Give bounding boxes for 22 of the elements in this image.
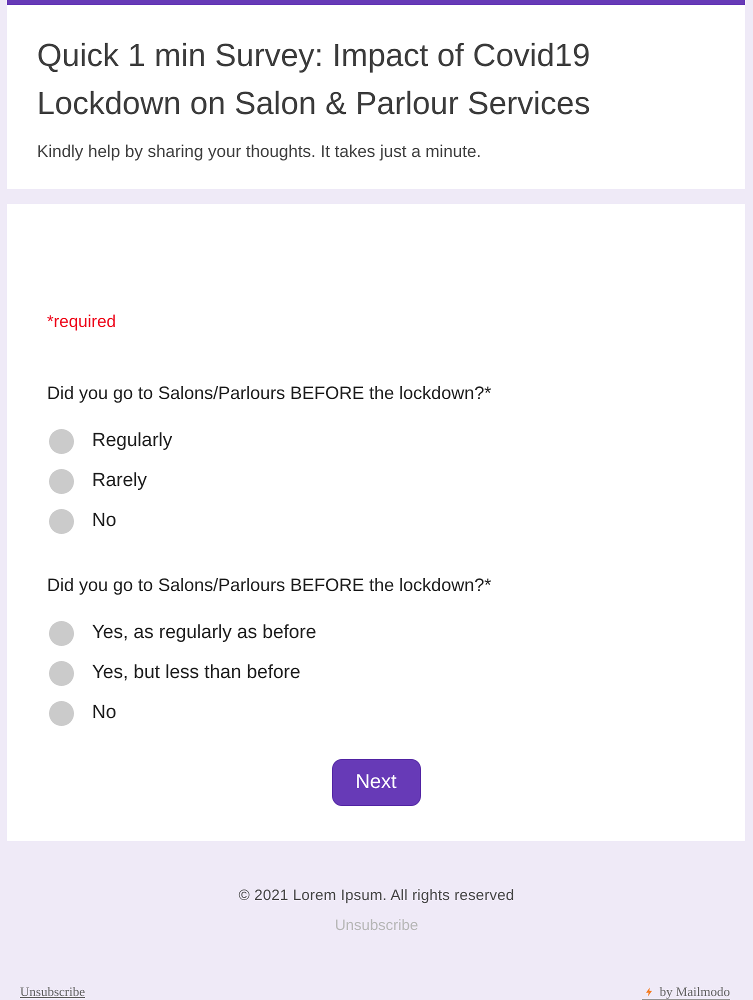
required-note: *required (47, 311, 117, 333)
option-label[interactable]: Rarely (92, 469, 147, 493)
survey-description: Kindly help by sharing your thoughts. It takes just a minute. (37, 141, 482, 163)
option-label[interactable]: Yes, as regularly as before (92, 621, 316, 645)
option-label[interactable]: Yes, but less than before (92, 661, 300, 685)
credit-link[interactable]: by Mailmodo (642, 984, 730, 1000)
radio-button[interactable] (49, 508, 74, 534)
radio-button[interactable] (49, 468, 74, 494)
copyright-text: © 2021 Lorem Ipsum. All rights reserved (238, 886, 514, 906)
option-label[interactable]: No (92, 509, 116, 533)
radio-button[interactable] (49, 620, 74, 646)
question-text: Did you go to Salons/Parlours BEFORE the lockdown?* (47, 382, 492, 405)
unsubscribe-link[interactable]: Unsubscribe (20, 984, 85, 1000)
next-button[interactable]: Next (332, 759, 420, 806)
radio-button[interactable] (49, 700, 74, 726)
radio-button[interactable] (49, 428, 74, 454)
lightning-icon (646, 986, 652, 996)
question-text: Did you go to Salons/Parlours BEFORE the lockdown?* (47, 574, 492, 597)
option-label[interactable]: No (92, 701, 116, 725)
option-label[interactable]: Regularly (92, 429, 172, 453)
survey-title: Quick 1 min Survey: Impact of Covid19 Lockdown on Salon & Parlour Services (37, 36, 592, 123)
radio-button[interactable] (49, 660, 74, 686)
